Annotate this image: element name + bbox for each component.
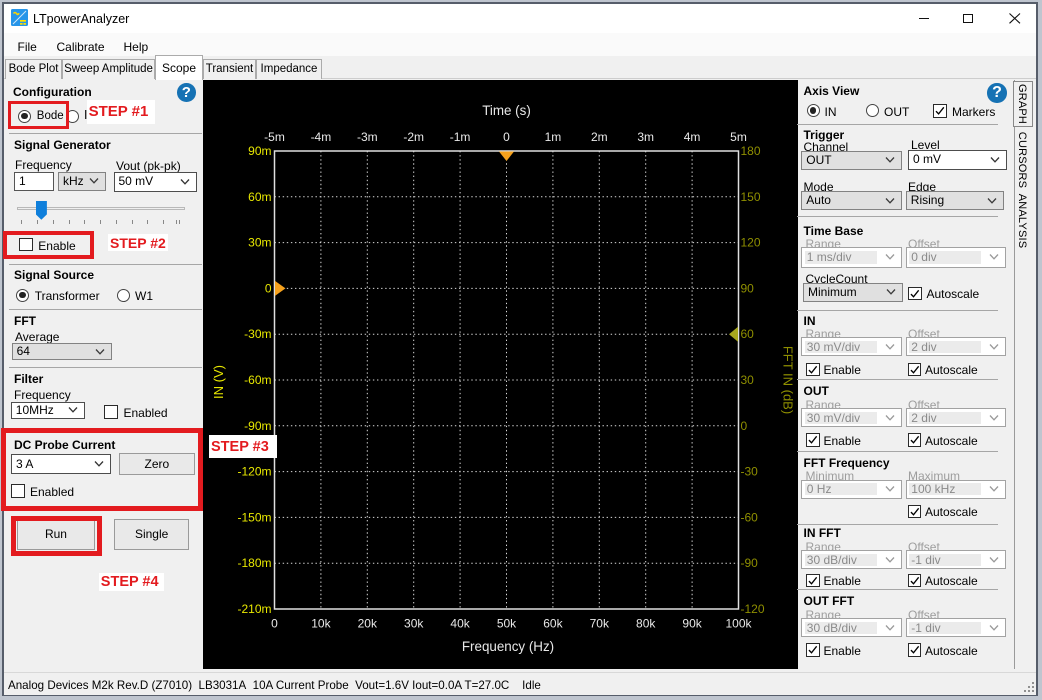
svg-text:60m: 60m (248, 190, 271, 204)
svg-text:3m: 3m (637, 130, 654, 144)
svg-text:-150m: -150m (237, 510, 271, 524)
svg-text:IN (V): IN (V) (211, 365, 226, 399)
svg-text:-60: -60 (741, 510, 759, 524)
svg-text:-120m: -120m (237, 465, 271, 479)
svg-text:-180m: -180m (237, 556, 271, 570)
svg-text:30m: 30m (248, 236, 271, 250)
svg-text:2m: 2m (591, 130, 608, 144)
svg-text:90m: 90m (248, 144, 271, 158)
svg-text:0: 0 (503, 130, 510, 144)
svg-text:-30: -30 (741, 465, 759, 479)
svg-text:10k: 10k (311, 617, 331, 631)
svg-text:80k: 80k (636, 617, 656, 631)
svg-text:Frequency (Hz): Frequency (Hz) (462, 639, 554, 654)
svg-text:4m: 4m (684, 130, 701, 144)
svg-text:180: 180 (741, 144, 761, 158)
svg-text:70k: 70k (590, 617, 610, 631)
svg-text:30: 30 (741, 373, 755, 387)
svg-text:-2m: -2m (403, 130, 424, 144)
svg-text:-5m: -5m (264, 130, 285, 144)
svg-text:Time (s): Time (s) (482, 103, 531, 118)
svg-text:1m: 1m (545, 130, 562, 144)
svg-text:-90m: -90m (244, 419, 271, 433)
svg-text:40k: 40k (450, 617, 470, 631)
svg-text:-1m: -1m (450, 130, 471, 144)
svg-text:50k: 50k (497, 617, 517, 631)
svg-text:60: 60 (741, 327, 755, 341)
svg-text:-60m: -60m (244, 373, 271, 387)
svg-text:120: 120 (741, 236, 761, 250)
svg-text:90k: 90k (682, 617, 702, 631)
svg-text:150: 150 (741, 190, 761, 204)
svg-text:20k: 20k (358, 617, 378, 631)
svg-text:-120: -120 (741, 602, 765, 616)
svg-text:0: 0 (271, 617, 278, 631)
svg-text:-30m: -30m (244, 327, 271, 341)
svg-text:0: 0 (265, 281, 272, 295)
svg-text:60k: 60k (543, 617, 563, 631)
svg-text:-4m: -4m (311, 130, 332, 144)
svg-text:5m: 5m (730, 130, 747, 144)
svg-text:FFT IN (dB): FFT IN (dB) (781, 346, 796, 414)
svg-text:-210m: -210m (237, 602, 271, 616)
svg-text:-3m: -3m (357, 130, 378, 144)
svg-text:0: 0 (741, 419, 748, 433)
svg-text:100k: 100k (725, 617, 752, 631)
svg-text:90: 90 (741, 281, 755, 295)
svg-text:30k: 30k (404, 617, 424, 631)
svg-text:-90: -90 (741, 556, 759, 570)
